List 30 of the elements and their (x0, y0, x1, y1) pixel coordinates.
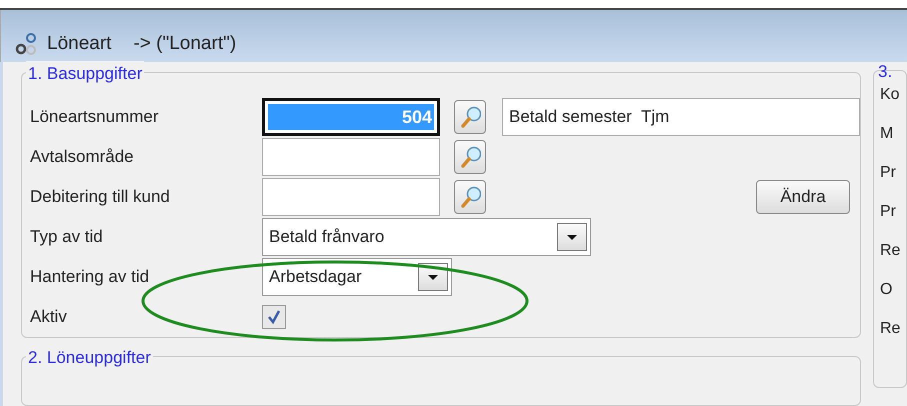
field-label: Debitering till kund (30, 186, 171, 208)
dropdown[interactable]: Arbetsdagar (262, 258, 452, 296)
app-icon (15, 32, 39, 56)
window-subtitle: -> ("Lonart") (133, 32, 236, 56)
caret-icon (426, 272, 440, 282)
checkbox[interactable] (262, 305, 286, 329)
window-title: Löneart (47, 32, 112, 56)
field-label: M (880, 124, 894, 144)
group-title: 3. (878, 61, 892, 83)
field-label: Re (880, 241, 902, 261)
search-button[interactable] (454, 180, 486, 214)
input-field[interactable] (262, 138, 440, 176)
dropdown[interactable]: Betald frånvaro (262, 218, 591, 256)
field-label: Löneartsnummer (30, 106, 160, 128)
field-label: Re (880, 319, 902, 339)
field-label: Hantering av tid (30, 266, 150, 288)
checkmark-icon (266, 309, 282, 325)
description-field[interactable]: Betald semester Tjm (502, 98, 860, 136)
field-label: O (880, 280, 894, 300)
search-button[interactable] (454, 140, 486, 174)
field-label: Typ av tid (30, 226, 104, 248)
change-button[interactable]: Ändra (756, 180, 850, 214)
field-label: Pr (880, 202, 897, 222)
field-label: Avtalsområde (30, 146, 135, 168)
caret-icon (565, 232, 579, 242)
input-field[interactable] (262, 178, 440, 216)
field-label: Ko (880, 85, 901, 105)
field-label: Pr (880, 163, 897, 183)
search-button[interactable] (454, 100, 486, 134)
field-label: Aktiv (30, 306, 68, 328)
